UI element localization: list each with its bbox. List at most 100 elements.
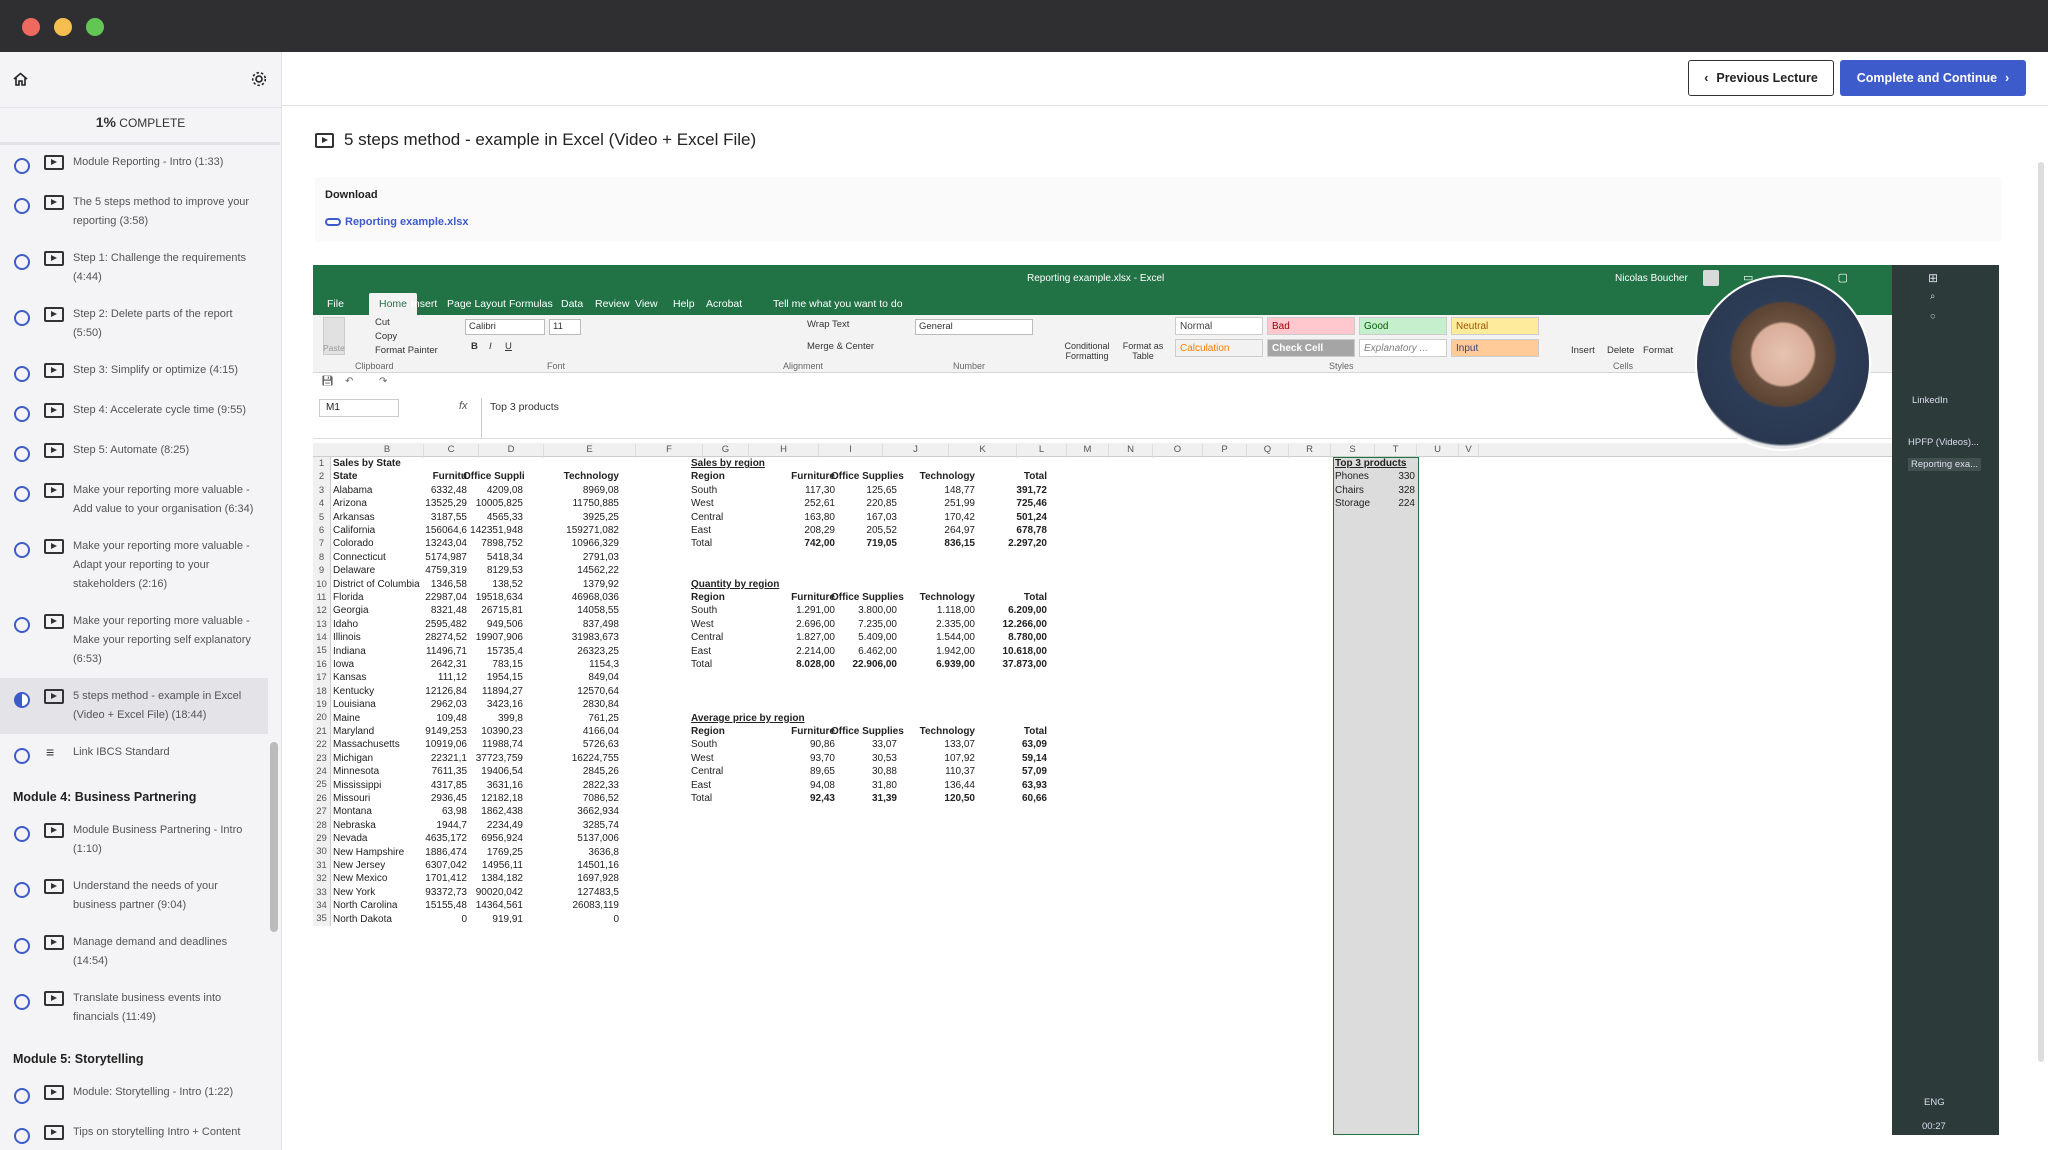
spreadsheet-grid[interactable]: BCDEFGHIJKLMNOPQRSTUV 1 2 3 4 5 6 7 8 9 10 11 12 13 1… [313, 443, 1892, 1135]
sidebar-lecture-item[interactable]: Step 4: Accelerate cycle time (9:55) [0, 392, 268, 432]
windows-start-icon[interactable]: ⊞ [1928, 271, 1938, 285]
row-header[interactable]: 8 [313, 551, 330, 564]
number-format-select[interactable]: General [915, 319, 1033, 335]
close-window-icon[interactable] [22, 18, 40, 36]
style-input[interactable]: Input [1451, 339, 1539, 357]
complete-and-continue-button[interactable]: Complete and Continue › [1840, 60, 2026, 96]
settings-gear-icon[interactable] [250, 70, 268, 93]
sidebar-lecture-item[interactable]: ≡ Link IBCS Standard [0, 734, 268, 774]
sidebar-lecture-item[interactable]: Make your reporting more valuable - Add … [0, 472, 268, 528]
name-box[interactable]: M1 [319, 399, 399, 417]
previous-lecture-button[interactable]: ‹ Previous Lecture [1688, 60, 1834, 96]
font-size-select[interactable]: 11 [549, 319, 581, 335]
ribbon-tab-insert[interactable]: Insert [411, 298, 437, 310]
row-header[interactable]: 9 [313, 564, 330, 577]
home-icon[interactable] [13, 72, 28, 91]
column-header[interactable]: I [819, 444, 883, 458]
row-header[interactable]: 11 [313, 591, 330, 604]
sidebar-lecture-item[interactable]: Make your reporting more valuable - Make… [0, 603, 268, 678]
column-header[interactable]: N [1109, 444, 1153, 458]
column-header[interactable]: E [544, 444, 636, 458]
ribbon-tab-page-layout[interactable]: Page Layout [447, 298, 506, 310]
ribbon-tab-home[interactable]: Home [369, 293, 418, 315]
ribbon-tab-formulas[interactable]: Formulas [509, 298, 553, 310]
column-header[interactable]: U [1417, 444, 1459, 458]
row-header[interactable]: 5 [313, 511, 330, 524]
delete-cells-button[interactable]: Delete [1607, 345, 1634, 356]
ribbon-tab-tell-me-what-you-want-to-do[interactable]: Tell me what you want to do [773, 298, 903, 310]
style-neutral[interactable]: Neutral [1451, 317, 1539, 335]
sidebar-lecture-item[interactable]: Make your reporting more valuable - Adap… [0, 528, 268, 603]
row-header[interactable]: 30 [313, 845, 330, 858]
row-header[interactable]: 3 [313, 484, 330, 497]
row-header[interactable]: 13 [313, 618, 330, 631]
row-header[interactable]: 7 [313, 537, 330, 550]
completion-circle-icon[interactable] [14, 994, 30, 1010]
row-header[interactable]: 23 [313, 752, 330, 765]
row-header[interactable]: 29 [313, 832, 330, 845]
column-header[interactable]: V [1459, 444, 1479, 458]
column-header[interactable]: S [1331, 444, 1375, 458]
style-normal[interactable]: Normal [1175, 317, 1263, 335]
sidebar-lecture-item[interactable]: Step 3: Simplify or optimize (4:15) [0, 352, 268, 392]
sidebar-lecture-item[interactable]: Translate business events into financial… [0, 980, 268, 1036]
wrap-text-button[interactable]: Wrap Text [807, 319, 849, 330]
sidebar-lecture-item[interactable]: 5 steps method - example in Excel (Video… [0, 678, 268, 734]
row-header[interactable]: 20 [313, 711, 330, 724]
insert-cells-button[interactable]: Insert [1571, 345, 1595, 356]
copy-button[interactable]: Copy [375, 331, 397, 342]
sidebar-lecture-item[interactable]: Step 5: Automate (8:25) [0, 432, 268, 472]
ribbon-tab-view[interactable]: View [635, 298, 658, 310]
column-header[interactable]: R [1289, 444, 1331, 458]
completion-circle-icon[interactable] [14, 938, 30, 954]
column-header[interactable]: M [1067, 444, 1109, 458]
format-painter-button[interactable]: Format Painter [375, 345, 438, 356]
row-header[interactable]: 12 [313, 604, 330, 617]
row-header[interactable]: 25 [313, 778, 330, 791]
row-header[interactable]: 26 [313, 792, 330, 805]
completion-circle-icon[interactable] [14, 366, 30, 382]
format-cells-button[interactable]: Format [1643, 345, 1673, 356]
main-scrollbar[interactable] [2038, 162, 2044, 1062]
hpfp-task[interactable]: HPFP (Videos)... [1908, 437, 1979, 448]
row-header[interactable]: 10 [313, 578, 330, 591]
ribbon-tab-help[interactable]: Help [673, 298, 695, 310]
column-header[interactable]: J [883, 444, 949, 458]
sidebar-lecture-item[interactable]: Manage demand and deadlines (14:54) [0, 924, 268, 980]
column-header[interactable]: P [1203, 444, 1247, 458]
sidebar-lecture-item[interactable]: Module Reporting - Intro (1:33) [0, 144, 268, 184]
style-explanatory[interactable]: Explanatory ... [1359, 339, 1447, 357]
undo-icon[interactable]: ↶ [345, 376, 353, 387]
row-header[interactable]: 22 [313, 738, 330, 751]
row-header[interactable]: 24 [313, 765, 330, 778]
row-header[interactable]: 15 [313, 644, 330, 657]
completion-circle-icon[interactable] [14, 617, 30, 633]
completion-circle-icon[interactable] [14, 692, 30, 708]
column-header[interactable]: B [351, 444, 424, 458]
row-header[interactable]: 28 [313, 819, 330, 832]
video-player[interactable]: Reporting example.xlsx - Excel Nicolas B… [313, 265, 1999, 1135]
completion-circle-icon[interactable] [14, 446, 30, 462]
completion-circle-icon[interactable] [14, 406, 30, 422]
ribbon-tab-acrobat[interactable]: Acrobat [706, 298, 742, 310]
column-header[interactable]: K [949, 444, 1017, 458]
save-icon[interactable]: 💾︎ [321, 376, 334, 387]
sidebar-scrollbar[interactable] [270, 742, 278, 932]
download-link[interactable]: Reporting example.xlsx [325, 216, 469, 228]
completion-circle-icon[interactable] [14, 198, 30, 214]
column-header[interactable]: G [703, 444, 749, 458]
row-header[interactable]: 33 [313, 886, 330, 899]
column-header[interactable]: L [1017, 444, 1067, 458]
row-header[interactable]: 31 [313, 859, 330, 872]
merge-center-button[interactable]: Merge & Center [807, 341, 874, 352]
row-header[interactable]: 19 [313, 698, 330, 711]
row-header[interactable]: 1 [313, 457, 330, 470]
row-header[interactable]: 32 [313, 872, 330, 885]
column-header[interactable]: Q [1247, 444, 1289, 458]
row-header[interactable]: 21 [313, 725, 330, 738]
style-check-cell[interactable]: Check Cell [1267, 339, 1355, 357]
sidebar-lecture-item[interactable]: The 5 steps method to improve your repor… [0, 184, 268, 240]
format-as-table-button[interactable]: Format as Table [1119, 341, 1167, 361]
redo-icon[interactable]: ↷ [379, 376, 387, 387]
completion-circle-icon[interactable] [14, 1088, 30, 1104]
